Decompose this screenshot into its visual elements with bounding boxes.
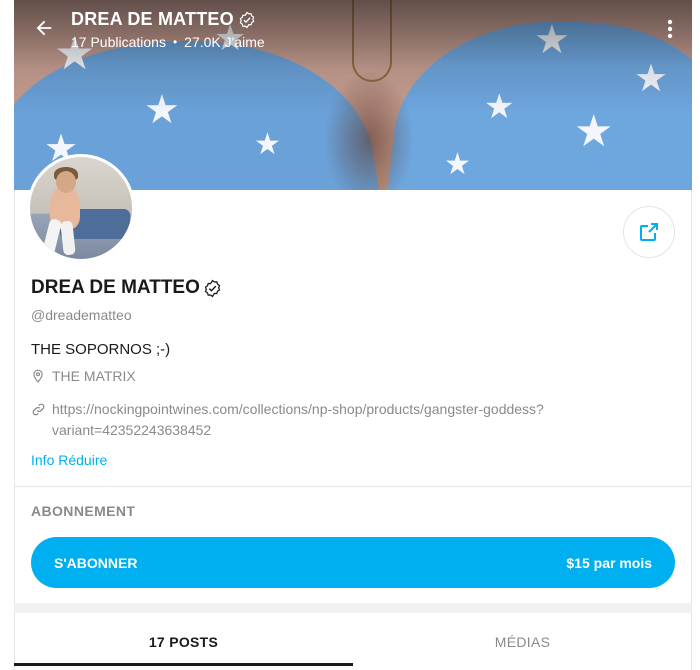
map-pin-icon: [33, 369, 43, 383]
share-icon: [640, 223, 658, 241]
likes-count: 27.0K J'aime: [184, 34, 265, 50]
more-vertical-icon: [667, 19, 673, 39]
header-info: DREA DE MATTEO 17 Publications • 27.0K J…: [71, 9, 265, 50]
avatar[interactable]: [27, 154, 135, 262]
publications-count: 17 Publications: [71, 34, 166, 50]
top-bar: DREA DE MATTEO 17 Publications • 27.0K J…: [14, 0, 692, 60]
profile-name: DREA DE MATTEO: [31, 277, 200, 298]
arrow-left-icon: [36, 20, 52, 36]
stats-separator: •: [172, 35, 178, 49]
link-icon: [32, 403, 45, 416]
section-gap: [14, 603, 692, 613]
location-text: THE MATRIX: [52, 368, 136, 384]
subscribe-price: $15 par mois: [566, 554, 652, 571]
subscribe-button[interactable]: S'ABONNER $15 par mois: [31, 537, 675, 588]
share-button[interactable]: [623, 206, 675, 258]
subscription-label: ABONNEMENT: [31, 503, 136, 519]
avatar-image: [30, 157, 132, 259]
info-collapse-link[interactable]: Info Réduire: [31, 452, 107, 468]
profile-location: THE MATRIX: [31, 368, 136, 384]
profile-page: ★ ★ ★ ★ ★ ★ ★ ★ ★ ★ DREA DE MATTEO: [0, 0, 700, 670]
back-button[interactable]: [30, 14, 58, 42]
left-gutter: [0, 0, 15, 670]
profile-name-row: DREA DE MATTEO: [31, 277, 222, 299]
right-gutter: [691, 0, 700, 670]
verified-badge-icon: [204, 279, 221, 297]
verified-badge-icon: [239, 11, 255, 28]
header-name: DREA DE MATTEO: [71, 9, 234, 29]
section-divider: [14, 486, 692, 487]
profile-handle: @dreadematteo: [31, 307, 132, 323]
website-link[interactable]: https://nockingpointwines.com/collection…: [52, 399, 572, 441]
profile-bio: THE SOPORNOS ;-): [31, 341, 171, 358]
subscribe-button-label: S'ABONNER: [54, 554, 138, 571]
more-options-button[interactable]: [662, 15, 678, 43]
tab-posts[interactable]: 17 POSTS: [14, 613, 353, 670]
profile-website: https://nockingpointwines.com/collection…: [31, 399, 572, 441]
header-stats: 17 Publications • 27.0K J'aime: [71, 34, 265, 50]
content-tabs: 17 POSTS MÉDIAS: [14, 613, 692, 670]
tab-media[interactable]: MÉDIAS: [353, 613, 692, 670]
